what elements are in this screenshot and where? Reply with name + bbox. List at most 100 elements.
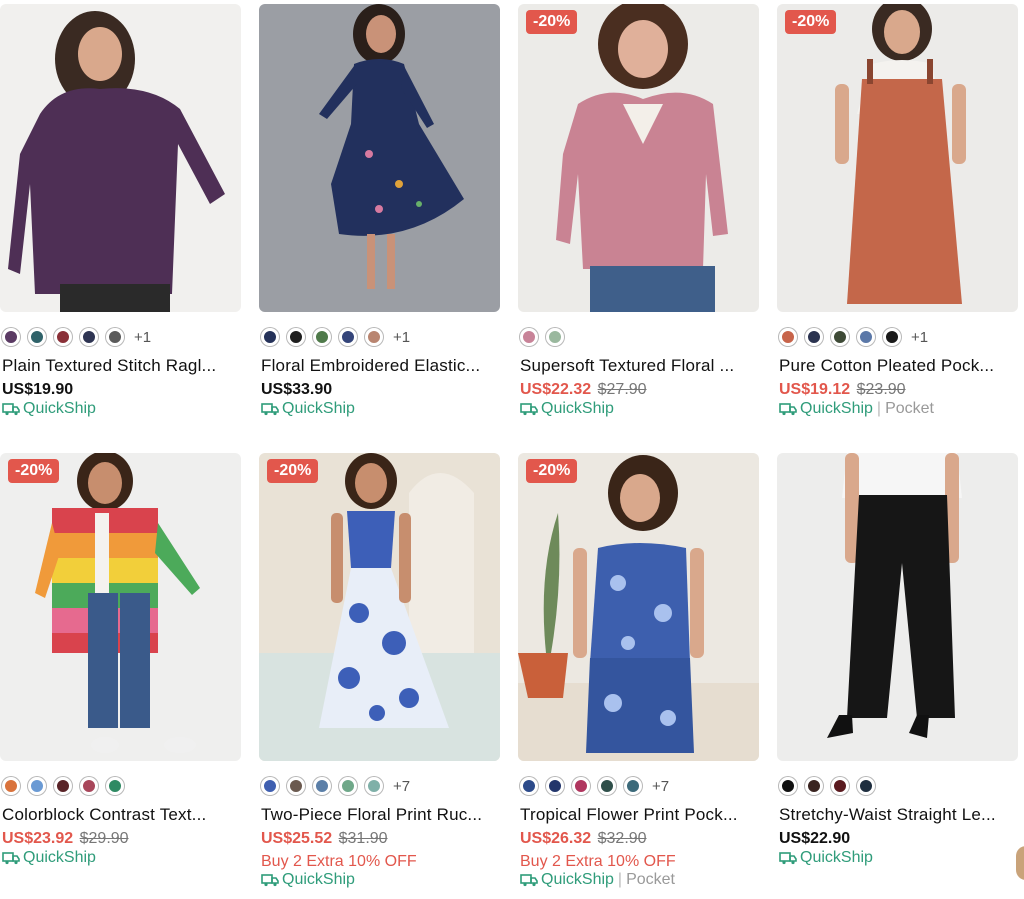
- more-colors-count[interactable]: +7: [393, 778, 410, 795]
- product-image[interactable]: [0, 4, 241, 312]
- color-swatches: [2, 775, 132, 797]
- product-card[interactable]: +1 Floral Embroidered Elastic... US$33.9…: [259, 4, 500, 417]
- more-colors-count[interactable]: +1: [134, 329, 151, 346]
- color-swatch[interactable]: [2, 328, 20, 346]
- product-name[interactable]: Floral Embroidered Elastic...: [261, 356, 499, 376]
- sale-price: US$19.12: [779, 381, 851, 398]
- color-swatch[interactable]: [339, 777, 357, 795]
- discount-badge: -20%: [785, 10, 837, 34]
- product-name[interactable]: Pure Cotton Pleated Pock...: [779, 356, 1017, 376]
- color-swatch[interactable]: [624, 777, 642, 795]
- color-swatch[interactable]: [831, 777, 849, 795]
- promo-text: Buy 2 Extra 10% OFF: [261, 853, 417, 870]
- product-image[interactable]: -20%: [518, 4, 759, 312]
- price-row: US$23.92 $29.90: [2, 830, 129, 848]
- product-image[interactable]: -20%: [777, 4, 1018, 312]
- truck-icon: [779, 403, 797, 416]
- color-swatch[interactable]: [28, 777, 46, 795]
- product-name[interactable]: Supersoft Textured Floral ...: [520, 356, 758, 376]
- product-card[interactable]: -20% +7 Two-Piece Floral Print Ruc... US…: [259, 453, 500, 888]
- promo-text: Buy 2 Extra 10% OFF: [520, 853, 676, 870]
- truck-icon: [779, 852, 797, 865]
- more-colors-count[interactable]: +1: [911, 329, 928, 346]
- color-swatches: [779, 775, 883, 797]
- floating-widget-button[interactable]: [1016, 846, 1024, 880]
- product-image[interactable]: [259, 4, 500, 312]
- product-image[interactable]: -20%: [0, 453, 241, 761]
- color-swatch[interactable]: [313, 777, 331, 795]
- color-swatch[interactable]: [365, 328, 383, 346]
- color-swatch[interactable]: [779, 777, 797, 795]
- current-price: US$19.90: [2, 381, 74, 398]
- color-swatch[interactable]: [80, 328, 98, 346]
- product-name[interactable]: Plain Textured Stitch Ragl...: [2, 356, 240, 376]
- color-swatch[interactable]: [261, 328, 279, 346]
- color-swatch[interactable]: [805, 328, 823, 346]
- truck-icon: [261, 403, 279, 416]
- product-name[interactable]: Tropical Flower Print Pock...: [520, 805, 758, 825]
- product-image[interactable]: [777, 453, 1018, 761]
- color-swatches: [520, 326, 572, 348]
- price-row: US$22.32 $27.90: [520, 381, 647, 399]
- original-price: $31.90: [338, 830, 388, 847]
- product-image[interactable]: -20%: [259, 453, 500, 761]
- color-swatches: +1: [2, 326, 151, 348]
- color-swatch[interactable]: [106, 777, 124, 795]
- quickship-row: QuickShip: [779, 849, 873, 867]
- color-swatch[interactable]: [2, 777, 20, 795]
- color-swatch[interactable]: [287, 777, 305, 795]
- color-swatch[interactable]: [287, 328, 305, 346]
- product-card[interactable]: Stretchy-Waist Straight Le... US$22.90 Q…: [777, 453, 1018, 866]
- color-swatch[interactable]: [546, 328, 564, 346]
- color-swatch[interactable]: [857, 328, 875, 346]
- color-swatch[interactable]: [520, 328, 538, 346]
- tag-separator: |: [617, 871, 623, 888]
- color-swatch[interactable]: [857, 777, 875, 795]
- product-card[interactable]: -20% Colorblock Contrast Text... US$23.9…: [0, 453, 241, 866]
- product-card[interactable]: -20% +7 Tropical Flower Print Pock... US…: [518, 453, 759, 888]
- color-swatch[interactable]: [598, 777, 616, 795]
- product-name[interactable]: Two-Piece Floral Print Ruc...: [261, 805, 499, 825]
- color-swatch[interactable]: [339, 328, 357, 346]
- color-swatches: +1: [779, 326, 928, 348]
- color-swatch[interactable]: [28, 328, 46, 346]
- original-price: $29.90: [79, 830, 129, 847]
- price-row: US$22.90: [779, 830, 850, 848]
- more-colors-count[interactable]: +1: [393, 329, 410, 346]
- color-swatch[interactable]: [54, 777, 72, 795]
- color-swatch[interactable]: [805, 777, 823, 795]
- truck-icon: [2, 852, 20, 865]
- quickship-row: QuickShip: [520, 400, 614, 418]
- color-swatch[interactable]: [572, 777, 590, 795]
- color-swatch[interactable]: [80, 777, 98, 795]
- color-swatch[interactable]: [520, 777, 538, 795]
- color-swatch[interactable]: [54, 328, 72, 346]
- quickship-label: QuickShip: [541, 400, 614, 417]
- product-image[interactable]: -20%: [518, 453, 759, 761]
- discount-badge: -20%: [526, 459, 578, 483]
- truck-icon: [520, 403, 538, 416]
- tag-separator: |: [876, 400, 882, 417]
- product-card[interactable]: +1 Plain Textured Stitch Ragl... US$19.9…: [0, 4, 241, 417]
- color-swatch[interactable]: [106, 328, 124, 346]
- product-name[interactable]: Stretchy-Waist Straight Le...: [779, 805, 1017, 825]
- product-card[interactable]: -20% Supersoft Textured Floral ... US$22…: [518, 4, 759, 417]
- product-card[interactable]: -20% +1 Pure Cotton Pleated Pock... US$1…: [777, 4, 1018, 417]
- color-swatch[interactable]: [779, 328, 797, 346]
- color-swatch[interactable]: [313, 328, 331, 346]
- original-price: $27.90: [597, 381, 647, 398]
- quickship-label: QuickShip: [541, 871, 614, 888]
- color-swatch[interactable]: [546, 777, 564, 795]
- original-price: $32.90: [597, 830, 647, 847]
- current-price: US$22.90: [779, 830, 851, 847]
- color-swatch[interactable]: [261, 777, 279, 795]
- feature-tag: Pocket: [626, 871, 675, 888]
- color-swatch[interactable]: [365, 777, 383, 795]
- feature-tag: Pocket: [885, 400, 934, 417]
- product-name[interactable]: Colorblock Contrast Text...: [2, 805, 240, 825]
- quickship-row: QuickShip: [261, 871, 355, 889]
- color-swatch[interactable]: [831, 328, 849, 346]
- color-swatch[interactable]: [883, 328, 901, 346]
- quickship-label: QuickShip: [800, 849, 873, 866]
- more-colors-count[interactable]: +7: [652, 778, 669, 795]
